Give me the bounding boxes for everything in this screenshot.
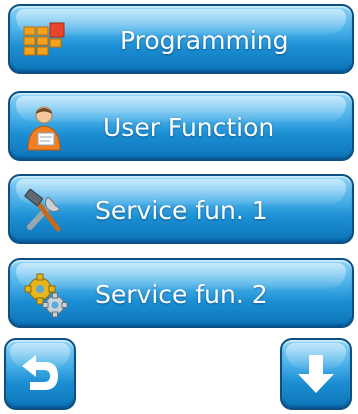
- scroll-down-button[interactable]: [280, 338, 352, 410]
- down-arrow-icon: [298, 355, 334, 393]
- program-grid-icon: [23, 22, 65, 56]
- user-icon: [27, 106, 61, 151]
- service-fun-2-button[interactable]: Service fun. 2: [8, 258, 354, 328]
- service-fun-1-button[interactable]: Service fun. 1: [8, 174, 354, 244]
- gears-icon: [24, 273, 68, 318]
- back-button[interactable]: [4, 338, 76, 410]
- programming-button[interactable]: Programming: [8, 4, 354, 74]
- user-function-button[interactable]: User Function: [8, 91, 354, 161]
- service-fun-2-label: Service fun. 2: [95, 280, 268, 309]
- user-function-label: User Function: [103, 113, 275, 142]
- menu-screen: Programming User Function Service fun. 1: [0, 0, 358, 414]
- tools-icon: [24, 188, 61, 232]
- back-arrow-icon: [22, 355, 58, 390]
- service-fun-1-label: Service fun. 1: [95, 196, 268, 225]
- programming-label: Programming: [120, 26, 289, 55]
